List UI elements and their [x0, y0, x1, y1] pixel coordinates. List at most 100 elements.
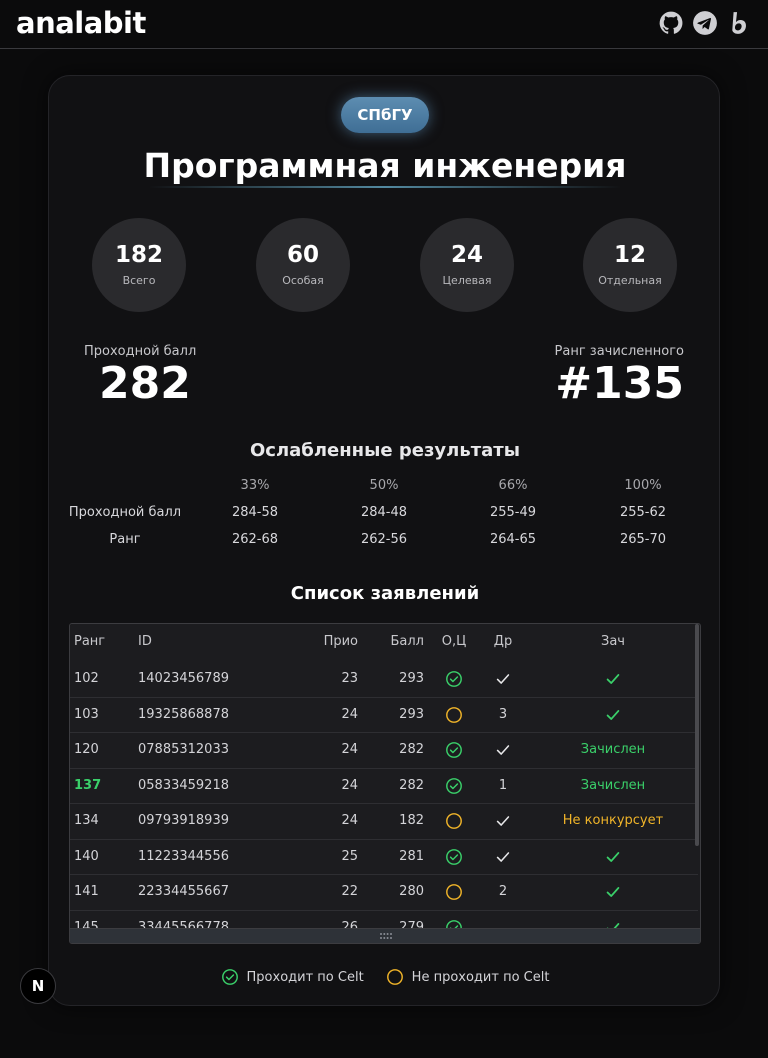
weakened-cell: 262-68: [231, 532, 279, 547]
table-row[interactable]: 103 19325868878 24 293 3: [70, 697, 698, 733]
social-links: [658, 10, 752, 36]
table-row[interactable]: 102 14023456789 23 293: [70, 662, 698, 698]
weakened-cell: 264-65: [489, 532, 537, 547]
column-header-priority[interactable]: Прио: [306, 634, 358, 649]
cell-score: 293: [399, 671, 424, 686]
stat-separate: 12 Отдельная: [583, 218, 677, 312]
cell-other: 2: [498, 884, 508, 899]
fail-circle-icon: [446, 813, 462, 829]
cell-other: [489, 741, 517, 759]
blog-icon[interactable]: [726, 10, 752, 36]
cell-score: 282: [399, 777, 424, 793]
fail-circle-icon: [386, 969, 403, 985]
cell-score: 281: [399, 848, 424, 864]
university-badge[interactable]: СПбГУ: [341, 97, 429, 133]
pass-circle-icon: [446, 742, 462, 758]
nextjs-badge[interactable]: N: [20, 968, 56, 1004]
enrolled-check-icon: [606, 709, 620, 720]
weakened-cell: 262-56: [360, 532, 408, 547]
cell-enrolled: [540, 670, 686, 688]
table-resize-handle[interactable]: [70, 928, 700, 943]
grip-icon: [380, 933, 392, 939]
stat-total: 182 Всего: [92, 218, 186, 312]
cell-score: 182: [399, 813, 424, 828]
legend: Проходит по Celt Не проходит по Celt: [49, 968, 721, 986]
stat-value: 12: [613, 241, 646, 268]
cell-id: 19325868878: [138, 706, 229, 722]
weakened-row-pass: Проходной балл 284-58 284-48 255-49 255-…: [49, 501, 721, 528]
cell-priority: 23: [341, 671, 358, 686]
cell-id: 22334455667: [138, 884, 229, 899]
cell-priority: 24: [341, 742, 358, 757]
cell-enrolled: Зачислен: [580, 777, 646, 793]
weakened-cell: 284-58: [231, 505, 279, 520]
weakened-results-table: 33% 50% 66% 100% Проходной балл 284-58 2…: [49, 474, 721, 555]
vertical-scrollbar[interactable]: [695, 624, 699, 846]
stat-label: Особая: [282, 274, 324, 288]
stat-special: 60 Особая: [256, 218, 350, 312]
weakened-cell: 284-48: [360, 505, 408, 520]
cell-oc: [442, 706, 466, 724]
table-row[interactable]: 137 05833459218 24 282 1 Зачислен: [70, 768, 698, 804]
telegram-icon[interactable]: [692, 10, 718, 36]
table-row[interactable]: 140 11223344556 25 281: [70, 839, 698, 875]
app-logo[interactable]: analabit: [16, 6, 146, 40]
cell-priority: 25: [341, 848, 358, 864]
table-row[interactable]: 141 22334455667 22 280 2: [70, 875, 698, 911]
weakened-header-row: 33% 50% 66% 100%: [49, 474, 721, 501]
cell-other: [489, 848, 517, 866]
pass-circle-icon: [446, 671, 462, 687]
cell-rank: 141: [74, 884, 99, 899]
cell-oc: [442, 670, 466, 688]
column-header-enrolled[interactable]: Зач: [540, 634, 686, 649]
column-header-rank[interactable]: Ранг: [74, 634, 105, 649]
weakened-row-label: Проходной балл: [68, 505, 182, 520]
github-icon[interactable]: [658, 10, 684, 36]
weakened-column-header: 66%: [498, 478, 528, 493]
stat-value: 60: [286, 241, 319, 268]
cell-priority: 24: [341, 706, 358, 722]
weakened-column-header: 50%: [369, 478, 399, 493]
legend-pass-label: Проходит по Celt: [246, 969, 364, 985]
cell-enrolled: [540, 848, 686, 866]
passing-score-value: 282: [99, 358, 191, 409]
pass-circle-icon: [446, 848, 462, 865]
column-header-score[interactable]: Балл: [370, 634, 424, 649]
table-body: 102 14023456789 23 293 103 19325868878 24 293 3 1…: [70, 662, 698, 930]
cell-rank: 102: [74, 671, 99, 686]
cell-rank: 103: [74, 706, 99, 722]
column-header-oc[interactable]: О,Ц: [438, 634, 470, 649]
cell-oc: [442, 883, 466, 901]
cell-id: 11223344556: [138, 848, 229, 864]
pass-circle-icon: [221, 969, 238, 985]
cell-oc: [442, 812, 466, 830]
weakened-column-header: 33%: [240, 478, 270, 493]
cell-score: 282: [399, 742, 424, 757]
cell-id: 14023456789: [138, 671, 229, 686]
stat-label: Отдельная: [598, 274, 662, 288]
check-icon: [496, 851, 510, 862]
column-header-other[interactable]: Др: [489, 634, 517, 649]
stat-label: Целевая: [442, 274, 492, 288]
cell-enrolled: [540, 706, 686, 724]
cell-oc: [442, 741, 466, 759]
weakened-column-header: 100%: [624, 478, 662, 493]
table-row[interactable]: 134 09793918939 24 182 Не конкурсует: [70, 804, 698, 840]
cell-priority: 22: [341, 884, 358, 899]
cell-oc: [442, 848, 466, 866]
table-row[interactable]: 120 07885312033 24 282 Зачислен: [70, 733, 698, 769]
cell-rank: 140: [74, 848, 99, 864]
applications-table[interactable]: Ранг ID Прио Балл О,Ц Др Зач 102 14023456…: [69, 623, 701, 944]
cell-other: 1: [498, 777, 508, 793]
weakened-row-label: Ранг: [109, 532, 141, 547]
top-bar: analabit: [0, 0, 768, 49]
program-card: СПбГУ Программная инженерия 182 Всего 60…: [48, 75, 720, 1006]
cell-id: 05833459218: [138, 777, 229, 793]
weakened-row-rank: Ранг 262-68 262-56 264-65 265-70: [49, 528, 721, 555]
column-header-id[interactable]: ID: [138, 634, 152, 649]
legend-pass: Проходит по Celt: [221, 968, 364, 986]
cell-enrolled: [540, 883, 686, 901]
cell-oc: [442, 777, 466, 795]
cell-rank: 137: [74, 777, 102, 793]
stat-target: 24 Целевая: [420, 218, 514, 312]
